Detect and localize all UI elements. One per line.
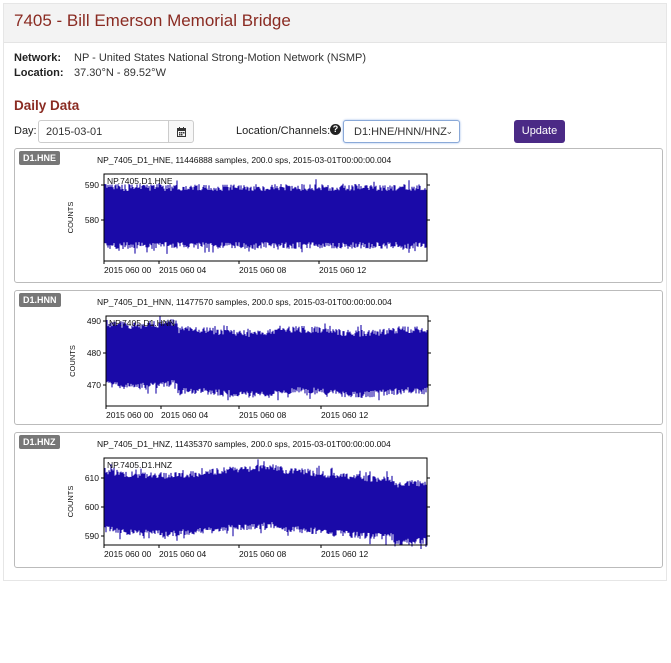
y-tick-label: 610 bbox=[85, 473, 99, 483]
update-button[interactable]: Update bbox=[514, 120, 565, 143]
card-header: 7405 - Bill Emerson Memorial Bridge bbox=[4, 4, 666, 43]
x-tick-label: 2015 060 00 bbox=[104, 549, 152, 559]
day-input[interactable]: 2015-03-01 bbox=[38, 120, 169, 143]
x-tick-label: 2015 060 08 bbox=[239, 410, 287, 420]
y-tick-label: 470 bbox=[87, 380, 101, 390]
location-channels-value: D1:HNE/HNN/HNZ bbox=[354, 126, 447, 138]
plot-panel-hne: D1.HNE NP_7405_D1_HNE, 11446888 samples,… bbox=[14, 148, 663, 283]
network-row: Network: NP - United States National Stro… bbox=[14, 52, 366, 64]
x-tick-label: 2015 060 08 bbox=[239, 549, 287, 559]
location-channels-label: Location/Channels: bbox=[236, 125, 331, 137]
y-axis-label: COUNTS bbox=[68, 345, 77, 377]
x-tick-label: 2015 060 08 bbox=[239, 265, 287, 275]
station-card: 7405 - Bill Emerson Memorial Bridge Netw… bbox=[3, 3, 667, 581]
chevron-down-icon: ⌄ bbox=[445, 126, 453, 136]
network-value: NP - United States National Strong-Motio… bbox=[74, 52, 367, 64]
x-tick-label: 2015 060 12 bbox=[321, 410, 369, 420]
x-tick-label: 2015 060 00 bbox=[104, 265, 152, 275]
calendar-button[interactable] bbox=[168, 120, 194, 143]
plot-panel-hnn: D1.HNN NP_7405_D1_HNN, 11477570 samples,… bbox=[14, 290, 663, 425]
y-tick-label: 590 bbox=[85, 180, 99, 190]
plot-header: NP_7405_D1_HNE, 11446888 samples, 200.0 … bbox=[97, 155, 392, 165]
page-title: 7405 - Bill Emerson Memorial Bridge bbox=[14, 11, 291, 30]
location-row: Location: 37.30°N - 89.52°W bbox=[14, 67, 166, 79]
question-circle-icon[interactable]: ? bbox=[330, 124, 341, 135]
x-tick-label: 2015 060 12 bbox=[319, 265, 367, 275]
x-tick-label: 2015 060 04 bbox=[161, 410, 209, 420]
plot-header: NP_7405_D1_HNN, 11477570 samples, 200.0 … bbox=[97, 297, 392, 307]
network-label: Network: bbox=[14, 52, 62, 64]
waveform-trace bbox=[104, 179, 427, 254]
plot-inset-label: NP.7405.D1.HNN bbox=[109, 318, 175, 328]
waveform-plot-hnn: NP_7405_D1_HNN, 11477570 samples, 200.0 … bbox=[68, 297, 431, 420]
plot-panel-hnz: D1.HNZ NP_7405_D1_HNZ, 11435370 samples,… bbox=[14, 432, 663, 568]
x-tick-label: 2015 060 12 bbox=[321, 549, 369, 559]
plot-header: NP_7405_D1_HNZ, 11435370 samples, 200.0 … bbox=[97, 439, 391, 449]
calendar-icon bbox=[177, 127, 186, 137]
y-tick-label: 480 bbox=[87, 348, 101, 358]
y-tick-label: 490 bbox=[87, 316, 101, 326]
location-channels-select[interactable]: D1:HNE/HNN/HNZ ⌄ bbox=[343, 120, 460, 143]
daily-data-title: Daily Data bbox=[14, 98, 80, 113]
waveform-trace bbox=[106, 316, 428, 401]
waveform-plot-hne: NP_7405_D1_HNE, 11446888 samples, 200.0 … bbox=[66, 155, 430, 275]
location-value: 37.30°N - 89.52°W bbox=[74, 67, 166, 79]
y-axis-label: COUNTS bbox=[66, 486, 75, 518]
y-tick-label: 600 bbox=[85, 502, 99, 512]
location-label: Location: bbox=[14, 67, 64, 79]
day-label: Day: bbox=[14, 125, 37, 137]
y-tick-label: 590 bbox=[85, 531, 99, 541]
x-tick-label: 2015 060 00 bbox=[106, 410, 154, 420]
x-tick-label: 2015 060 04 bbox=[159, 265, 207, 275]
plot-inset-label: NP.7405.D1.HNZ bbox=[107, 460, 172, 470]
waveform-trace bbox=[104, 459, 427, 549]
y-axis-label: COUNTS bbox=[66, 202, 75, 234]
waveform-plot-hnz: NP_7405_D1_HNZ, 11435370 samples, 200.0 … bbox=[66, 439, 430, 559]
y-tick-label: 580 bbox=[85, 215, 99, 225]
plot-inset-label: NP.7405.D1.HNE bbox=[107, 176, 173, 186]
x-tick-label: 2015 060 04 bbox=[159, 549, 207, 559]
